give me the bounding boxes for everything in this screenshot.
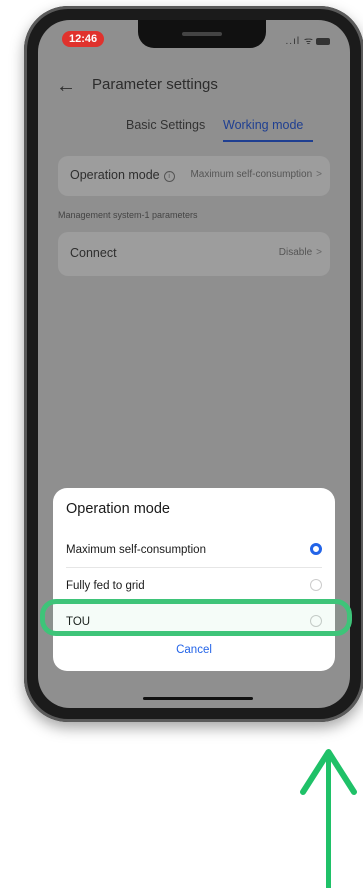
tab-working-mode[interactable]: Working mode bbox=[223, 118, 303, 132]
status-icons: ..ıl ᯤ bbox=[285, 33, 330, 47]
connect-label: Connect bbox=[70, 246, 117, 260]
operation-mode-value: Maximum self-consumption > bbox=[190, 169, 322, 180]
app-header: ← Parameter settings bbox=[38, 74, 350, 104]
tab-bar: Basic Settings Working mode bbox=[38, 118, 350, 144]
chevron-right-icon: > bbox=[316, 247, 322, 258]
connect-row[interactable]: Connect Disable > bbox=[58, 232, 330, 276]
sheet-title: Operation mode bbox=[66, 501, 170, 517]
tab-basic-settings[interactable]: Basic Settings bbox=[126, 118, 205, 132]
battery-icon bbox=[316, 37, 330, 45]
section-note: Management system-1 parameters bbox=[58, 210, 198, 220]
active-tab-indicator bbox=[223, 140, 313, 142]
radio-selected-icon[interactable] bbox=[310, 543, 322, 555]
page-title: Parameter settings bbox=[92, 76, 218, 93]
option-maximum-self-consumption[interactable]: Maximum self-consumption bbox=[53, 532, 335, 568]
operation-mode-label: Operation mode i bbox=[70, 168, 175, 182]
operation-mode-row[interactable]: Operation mode i Maximum self-consumption… bbox=[58, 156, 330, 196]
speaker bbox=[182, 32, 222, 36]
connect-value: Disable > bbox=[278, 247, 322, 258]
cancel-button[interactable]: Cancel bbox=[53, 644, 335, 656]
radio-icon[interactable] bbox=[310, 579, 322, 591]
option-label: Fully fed to grid bbox=[66, 580, 145, 592]
up-arrow-icon bbox=[300, 749, 357, 795]
option-label: Maximum self-consumption bbox=[66, 544, 206, 556]
notch bbox=[138, 20, 266, 48]
home-indicator[interactable] bbox=[143, 697, 253, 700]
tou-highlight-annotation bbox=[40, 599, 352, 636]
status-time: 12:46 bbox=[62, 31, 105, 47]
signal-wifi-icon: ..ıl ᯤ bbox=[285, 36, 314, 47]
chevron-right-icon: > bbox=[316, 169, 322, 180]
back-arrow-icon[interactable]: ← bbox=[56, 74, 76, 98]
operation-mode-sheet: Operation mode Maximum self-consumption … bbox=[53, 488, 335, 671]
info-icon[interactable]: i bbox=[163, 171, 175, 182]
